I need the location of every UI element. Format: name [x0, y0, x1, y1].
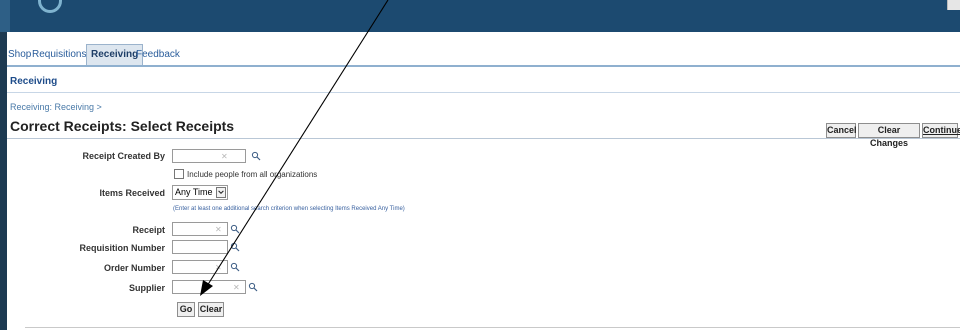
requisition-number-input[interactable]: [172, 240, 228, 254]
search-icon[interactable]: [230, 224, 240, 234]
include-orgs-label: Include people from all organizations: [187, 170, 318, 179]
clear-icon[interactable]: ✕: [215, 264, 223, 272]
clear-icon[interactable]: ✕: [215, 226, 223, 234]
page-title: Correct Receipts: Select Receipts: [10, 118, 235, 134]
continue-button[interactable]: Continue: [922, 123, 960, 138]
divider: [7, 138, 960, 139]
tab-requisitions[interactable]: Requisitions: [32, 46, 86, 64]
order-number-input[interactable]: ✕: [172, 260, 228, 274]
requisition-number-label: Requisition Number: [79, 243, 165, 253]
receipt-input[interactable]: ✕: [172, 222, 228, 236]
items-received-value: Any Time: [175, 187, 213, 197]
left-frame-border: [0, 32, 7, 330]
supplier-label: Supplier: [128, 283, 165, 293]
receipt-label: Receipt: [132, 225, 165, 235]
search-icon[interactable]: [230, 242, 240, 252]
items-received-label: Items Received: [99, 188, 165, 198]
receipt-created-by-label: Receipt Created By: [82, 151, 165, 161]
search-icon[interactable]: [230, 262, 240, 272]
chevron-down-icon[interactable]: [216, 187, 226, 198]
tab-feedback[interactable]: Feedback: [136, 46, 180, 64]
tab-shop[interactable]: Shop: [8, 46, 31, 64]
scrollbar-corner: [947, 0, 960, 10]
cancel-button[interactable]: Cancel: [826, 123, 857, 138]
tab-receiving[interactable]: Receiving: [86, 44, 144, 65]
tab-underline: [7, 65, 960, 67]
clear-icon[interactable]: ✕: [233, 284, 241, 292]
items-received-select[interactable]: Any Time: [172, 185, 228, 200]
divider: [25, 327, 960, 328]
search-icon[interactable]: [251, 151, 261, 161]
banner-edge: [0, 0, 10, 32]
receipt-created-by-input[interactable]: ✕: [172, 149, 246, 163]
sub-tab-receiving[interactable]: Receiving: [10, 76, 57, 87]
search-icon[interactable]: [248, 282, 258, 292]
logo-icon: [38, 0, 62, 13]
divider: [7, 92, 960, 93]
top-banner: [0, 0, 960, 32]
go-button[interactable]: Go: [177, 302, 195, 317]
breadcrumb[interactable]: Receiving: Receiving >: [10, 102, 102, 112]
clear-button[interactable]: Clear: [198, 302, 224, 317]
order-number-label: Order Number: [103, 263, 165, 273]
clear-icon[interactable]: ✕: [221, 153, 229, 161]
include-orgs-checkbox[interactable]: [174, 169, 184, 179]
search-hint: (Enter at least one additional search cr…: [173, 206, 405, 212]
supplier-input[interactable]: ✕: [172, 280, 246, 294]
clear-changes-button[interactable]: Clear Changes: [858, 123, 920, 148]
